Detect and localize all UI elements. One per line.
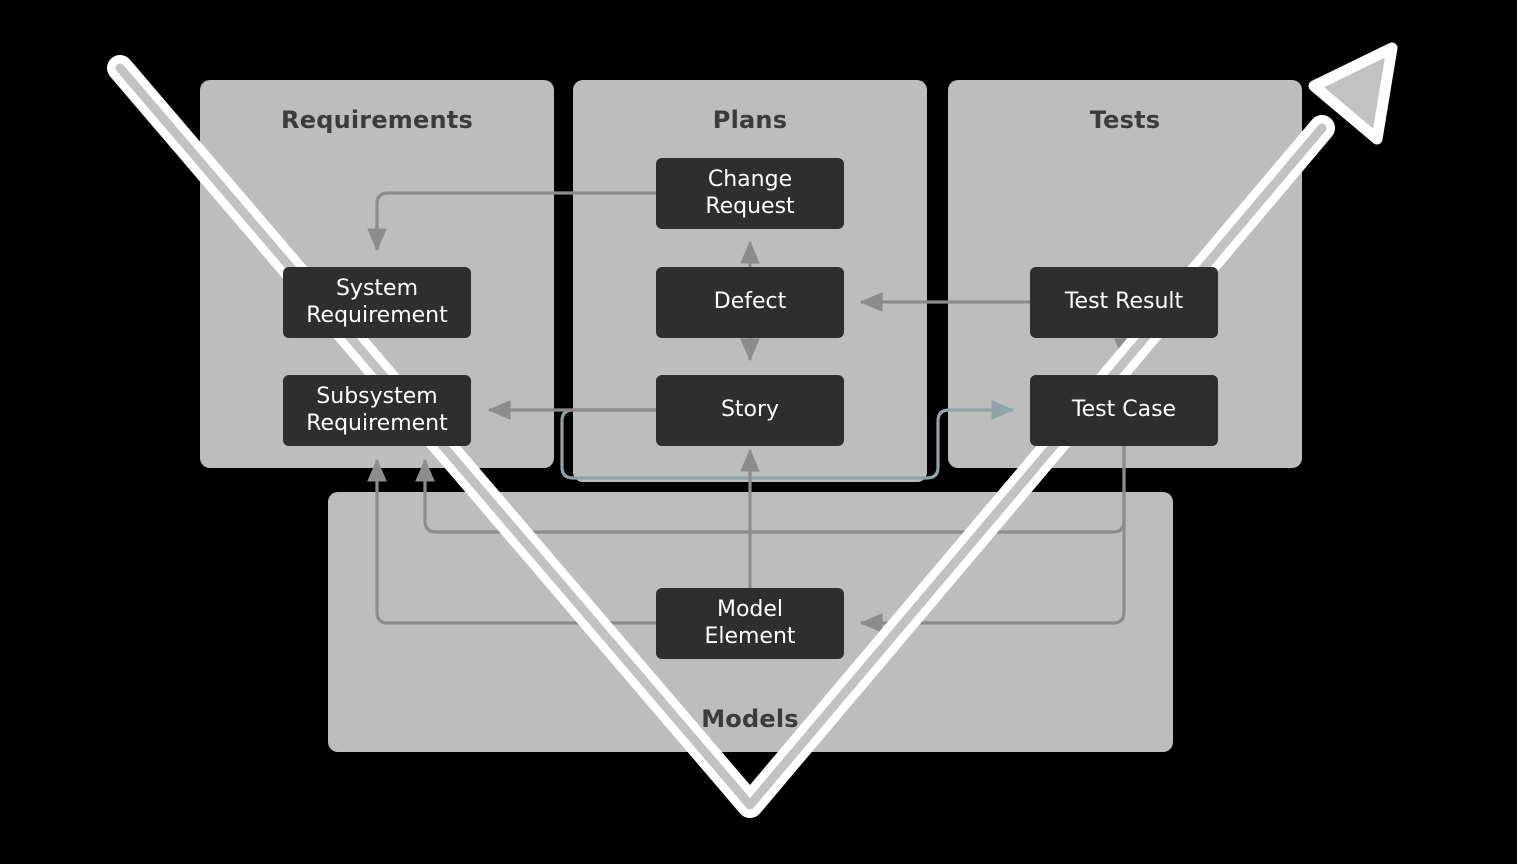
node-model-element[interactable]: Model Element — [656, 588, 844, 659]
node-defect[interactable]: Defect — [656, 267, 844, 338]
node-change-request[interactable]: Change Request — [656, 158, 844, 229]
node-test-result[interactable]: Test Result — [1030, 267, 1218, 338]
diagram-canvas: Requirements Plans Tests Models System R… — [0, 0, 1517, 864]
node-system-requirement[interactable]: System Requirement — [283, 267, 471, 338]
node-subsystem-requirement[interactable]: Subsystem Requirement — [283, 375, 471, 446]
node-test-case[interactable]: Test Case — [1030, 375, 1218, 446]
node-story[interactable]: Story — [656, 375, 844, 446]
